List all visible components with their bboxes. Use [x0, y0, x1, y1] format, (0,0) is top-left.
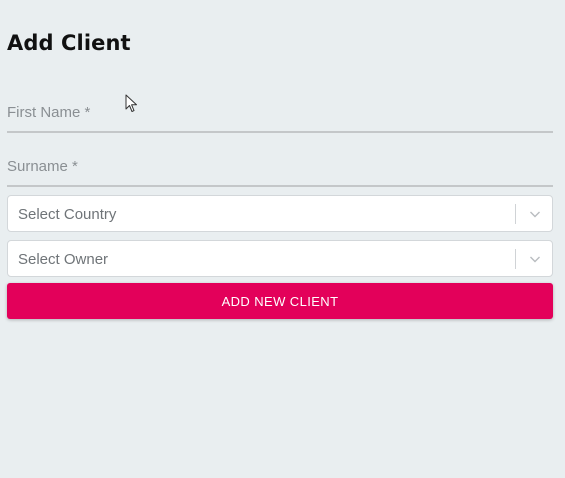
- select-separator: [515, 249, 516, 269]
- chevron-down-icon[interactable]: [529, 208, 541, 220]
- country-select[interactable]: Select Country: [7, 195, 553, 232]
- surname-input[interactable]: [7, 151, 553, 185]
- add-new-client-button[interactable]: ADD NEW CLIENT: [7, 283, 553, 319]
- page-title: Add Client: [7, 31, 131, 55]
- country-select-placeholder: Select Country: [18, 206, 117, 223]
- select-separator: [515, 204, 516, 224]
- mouse-cursor-icon: [125, 94, 137, 112]
- owner-select-placeholder: Select Owner: [18, 251, 109, 268]
- owner-select[interactable]: Select Owner: [7, 240, 553, 277]
- surname-field[interactable]: Surname *: [7, 151, 553, 187]
- chevron-down-icon[interactable]: [529, 253, 541, 265]
- first-name-field[interactable]: First Name *: [7, 97, 553, 133]
- first-name-input[interactable]: [7, 97, 553, 131]
